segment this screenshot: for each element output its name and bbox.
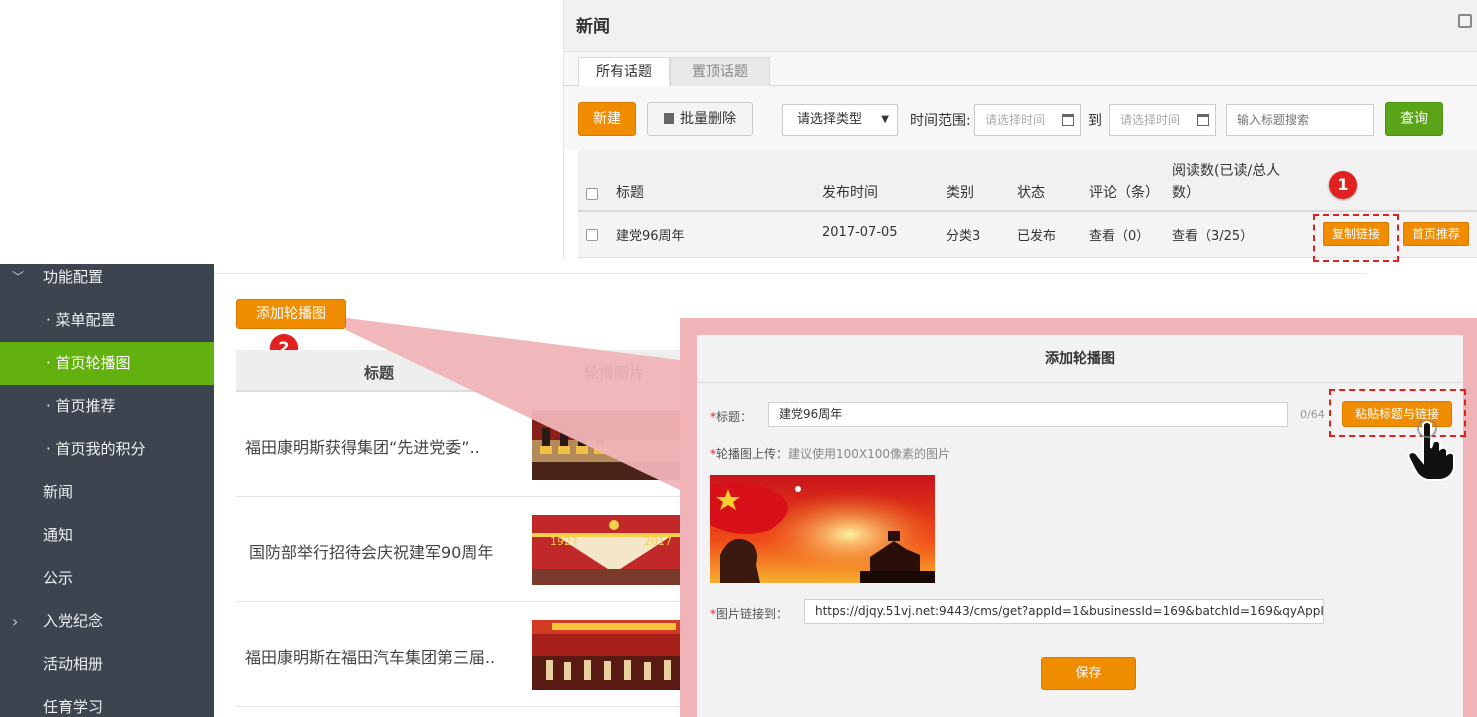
tab-all-topics[interactable]: 所有话题 [578, 57, 670, 87]
sidebar-item-home-carousel[interactable]: · 首页轮播图 [0, 342, 214, 385]
table-row: 福田康明斯获得集团“先进党委”.. [236, 392, 696, 497]
sidebar: ﹀ 功能配置 · 菜单配置 · 首页轮播图 · 首页推荐 · 首页我的积分 新闻… [0, 264, 214, 717]
row-category: 分类3 [946, 229, 981, 244]
save-button[interactable]: 保存 [1041, 657, 1136, 690]
row-checkbox[interactable] [586, 229, 598, 241]
date-to-label: 到 [1088, 113, 1102, 129]
sidebar-item-label: 新闻 [43, 483, 74, 501]
batch-delete-label: 批量删除 [680, 111, 736, 127]
sidebar-item-home-points[interactable]: · 首页我的积分 [0, 428, 214, 471]
link-label-text: 图片链接到： [716, 607, 789, 621]
row-reads-link[interactable]: 查看（3/25） [1172, 225, 1253, 244]
sidebar-item-menu-config[interactable]: · 菜单配置 [0, 299, 214, 342]
carousel-thumbnail [532, 410, 696, 480]
type-select[interactable]: 请选择类型 ▼ [782, 104, 898, 136]
sidebar-item-label: 入党纪念 [43, 612, 104, 630]
column-header-reads: 阅读数(已读/总人 [1172, 163, 1281, 179]
table-row: 国防部举行招待会庆祝建军90周年 1927 2017 [236, 497, 696, 602]
row-date: 2017-07-05 [822, 225, 898, 240]
sidebar-item-activity-album[interactable]: 活动相册 [0, 643, 214, 686]
sidebar-item-label: 活动相册 [43, 655, 104, 673]
caret-down-icon: ▼ [881, 114, 889, 125]
type-select-value: 请选择类型 [797, 112, 863, 127]
sidebar-item-home-recommend[interactable]: · 首页推荐 [0, 385, 214, 428]
upload-hint: 建议使用100X100像素的图片 [788, 447, 951, 461]
carousel-thumbnail [532, 620, 696, 690]
upload-field-label: *轮播图上传：建议使用100X100像素的图片 [710, 445, 950, 462]
query-button[interactable]: 查询 [1385, 102, 1443, 136]
carousel-row-title: 国防部举行招待会庆祝建军90周年 [249, 543, 494, 562]
column-header-comments: 评论（条） [1089, 185, 1159, 201]
chevron-down-icon: ﹀ [12, 270, 25, 284]
column-header-reads-cont: 数） [1172, 185, 1200, 201]
carousel-thumbnail: 1927 2017 [532, 515, 696, 585]
sidebar-item-label: · 首页轮播图 [46, 354, 131, 372]
date-start-placeholder: 请选择时间 [985, 113, 1046, 127]
restore-window-icon[interactable] [1458, 14, 1472, 28]
time-range-label: 时间范围: [910, 113, 971, 129]
carousel-row-title: 福田康明斯获得集团“先进党委”.. [245, 438, 480, 457]
title-label-text: 标题： [716, 410, 753, 424]
calendar-icon[interactable] [1197, 114, 1209, 126]
date-start-input[interactable]: 请选择时间 [974, 104, 1081, 136]
column-header-category: 类别 [946, 185, 974, 201]
chevron-right-icon: › [12, 612, 19, 631]
batch-delete-button[interactable]: 批量删除 [647, 102, 753, 136]
sidebar-item-label: 功能配置 [43, 268, 104, 286]
sidebar-item-label: · 首页我的积分 [46, 440, 146, 458]
tab-pinned-topics[interactable]: 置顶话题 [670, 57, 770, 87]
title-search-input[interactable] [1226, 104, 1374, 136]
sidebar-item-label: · 首页推荐 [46, 397, 116, 415]
new-button[interactable]: 新建 [578, 102, 636, 136]
sidebar-item-function-config[interactable]: ﹀ 功能配置 [0, 256, 214, 299]
title-input[interactable]: 建党96周年 [768, 402, 1288, 427]
sidebar-item-label: 任育学习 [43, 698, 104, 716]
column-header-title: 标题 [616, 185, 644, 201]
uploaded-banner-image[interactable] [710, 475, 935, 583]
carousel-table-header: 标题 轮播图片 [236, 350, 696, 392]
char-count: 0/64 [1300, 408, 1325, 421]
row-title[interactable]: 建党96周年 [616, 225, 685, 244]
news-tab-bar: 所有话题 置顶话题 [564, 52, 1477, 87]
calendar-icon[interactable] [1062, 114, 1074, 126]
sidebar-item-announcement[interactable]: 公示 [0, 557, 214, 600]
sidebar-item-label: 通知 [43, 526, 74, 544]
modal-title: 添加轮播图 [697, 335, 1463, 383]
column-header-image: 轮播图片 [584, 364, 645, 382]
sidebar-item-notice[interactable]: 通知 [0, 514, 214, 557]
upload-label-text: 轮播图上传： [716, 447, 789, 461]
row-comments-link[interactable]: 查看（0） [1089, 225, 1149, 244]
news-header: 新闻 [564, 0, 1477, 52]
svg-text:1927: 1927 [550, 535, 578, 548]
carousel-row-title: 福田康明斯在福田汽车集团第三届.. [245, 648, 496, 667]
sidebar-item-party-anniversary[interactable]: › 入党纪念 [0, 600, 214, 643]
date-end-placeholder: 请选择时间 [1120, 113, 1181, 127]
column-header-date: 发布时间 [822, 185, 878, 201]
image-link-input[interactable]: https://djqy.51vj.net:9443/cms/get?appId… [804, 599, 1324, 624]
table-row: 福田康明斯在福田汽车集团第三届.. [236, 602, 696, 707]
home-recommend-button[interactable]: 首页推荐 [1403, 222, 1470, 246]
link-field-label: *图片链接到： [710, 605, 788, 622]
date-end-input[interactable]: 请选择时间 [1109, 104, 1216, 136]
trash-icon [664, 113, 674, 124]
news-toolbar: 新建 批量删除 请选择类型 ▼ 时间范围: 请选择时间 到 请选择时间 查询 [564, 86, 1477, 150]
sidebar-item-news[interactable]: 新闻 [0, 471, 214, 514]
sidebar-item-label: 公示 [43, 569, 74, 587]
add-carousel-button[interactable]: 添加轮播图 [236, 299, 346, 329]
select-all-checkbox[interactable] [586, 188, 598, 200]
content-divider [214, 264, 1367, 274]
copy-link-highlight [1313, 214, 1399, 262]
svg-text:2017: 2017 [644, 535, 672, 548]
sidebar-item-label: · 菜单配置 [46, 311, 116, 329]
column-header-title: 标题 [364, 364, 395, 382]
hand-pointer-icon [1407, 420, 1455, 481]
row-status: 已发布 [1017, 229, 1057, 244]
page-title: 新闻 [576, 17, 610, 37]
column-header-status: 状态 [1017, 185, 1045, 201]
sidebar-item-study[interactable]: 任育学习 [0, 686, 214, 717]
title-field-label: *标题： [710, 408, 752, 425]
step-badge-1: 1 [1329, 171, 1357, 199]
